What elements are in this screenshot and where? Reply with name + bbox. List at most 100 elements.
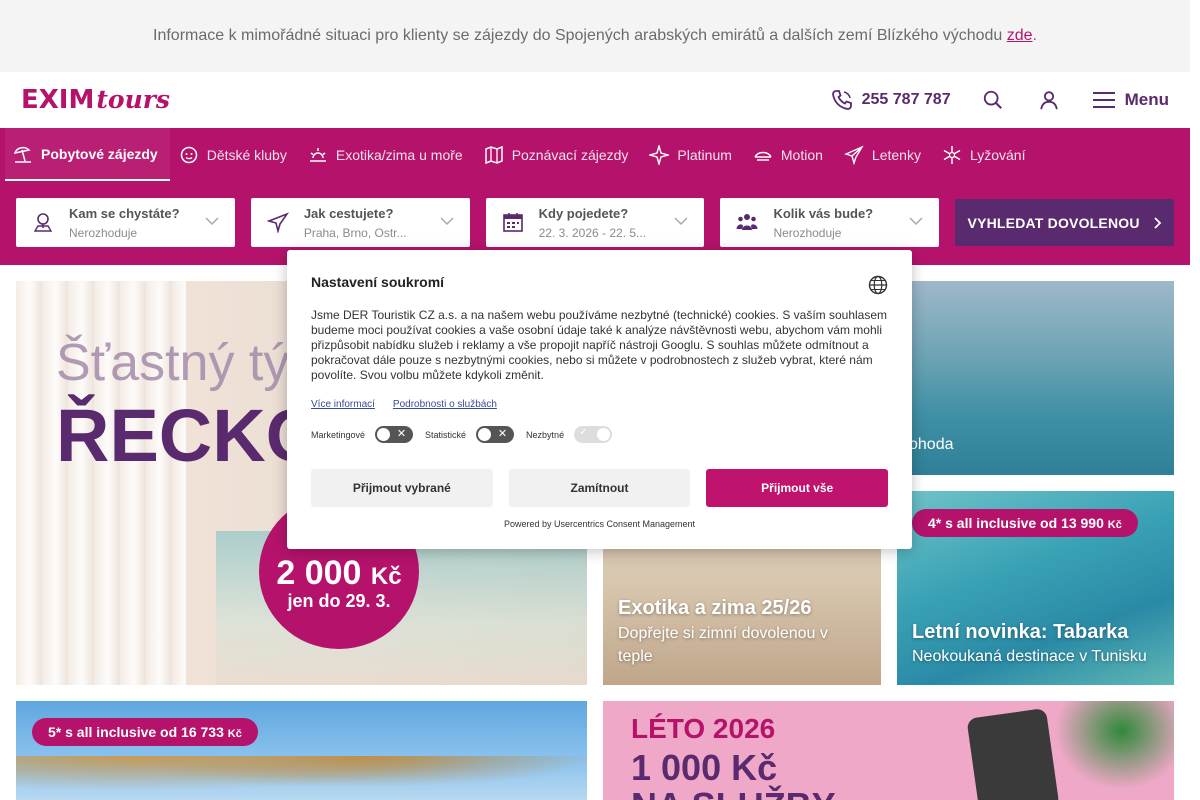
site-header: EXIM tours 255 787 787 Menu	[0, 72, 1190, 128]
category-navigation: Pobytové zájezdy Dětské kluby Exotika/zi…	[0, 128, 1190, 265]
toggle-switch-off[interactable]: ✕	[375, 426, 414, 443]
cookie-text: Jsme DER Touristik CZ a.s. a na našem we…	[311, 308, 888, 382]
logo-main-text: EXIM	[21, 85, 95, 115]
accept-selected-button[interactable]: Přijmout vybrané	[311, 469, 493, 507]
toggle-switch-on-disabled: ✓	[574, 426, 613, 443]
motion-icon	[754, 151, 772, 161]
beach-umbrellas-image	[16, 756, 587, 800]
user-icon	[1039, 91, 1058, 110]
tab-label: Platinum	[677, 146, 732, 163]
price-badge: 5* s all inclusive od 16 733 Kč	[32, 718, 258, 746]
tab-pobytove-zajezdy[interactable]: Pobytové zájezdy	[5, 128, 170, 181]
necessary-toggle-label: Nezbytné	[526, 429, 565, 440]
location-pin-icon	[33, 213, 53, 232]
greece-headline: Šťastný týd	[56, 334, 319, 392]
chevron-down-icon	[440, 217, 454, 226]
close-icon: ✕	[396, 428, 407, 440]
price-badge-text: 4* s all inclusive od 13 990	[928, 515, 1104, 531]
dates-value: 22. 3. 2026 - 22. 5...	[538, 226, 647, 240]
search-icon	[983, 90, 1002, 109]
tab-motion[interactable]: Motion	[745, 128, 835, 181]
logo-sub-text: tours	[96, 85, 171, 114]
account-button[interactable]	[1037, 88, 1061, 112]
plane-icon	[266, 212, 289, 233]
exim-tours-logo[interactable]: EXIM tours	[21, 85, 171, 115]
dates-select[interactable]: Kdy pojedete? 22. 3. 2026 - 22. 5...	[485, 198, 705, 247]
marketing-toggle-label: Marketingové	[311, 429, 366, 440]
search-holiday-button[interactable]: VYHLEDAT DOVOLENOU	[955, 199, 1174, 246]
sparkle-icon	[649, 144, 670, 165]
toggle-switch-off[interactable]: ✕	[476, 426, 515, 443]
info-banner-link[interactable]: zde	[1007, 27, 1033, 45]
greece-title: ŘECKO	[56, 394, 324, 477]
tab-lyzovani[interactable]: Lyžování	[934, 128, 1038, 181]
info-banner: Informace k mimořádné situaci pro klient…	[0, 0, 1190, 72]
departure-select[interactable]: Jak cestujete? Praha, Brno, Ostr...	[250, 198, 470, 247]
promo-top-right-text: ohoda	[909, 436, 954, 453]
phone-icon	[831, 90, 852, 110]
necessary-toggle: Nezbytné ✓	[526, 426, 613, 443]
price-badge-currency: Kč	[1107, 519, 1122, 531]
tab-label: Letenky	[871, 146, 921, 163]
price-badge-currency: Kč	[227, 728, 242, 740]
sun-icon	[309, 147, 326, 162]
promo-tile-summer-2026[interactable]: LÉTO 2026 1 000 Kč NA SLUŽBY	[603, 701, 1174, 800]
search-button[interactable]	[981, 88, 1005, 112]
destination-select[interactable]: Kam se chystáte? Nerozhoduje	[16, 198, 235, 247]
accept-all-button[interactable]: Přijmout vše	[706, 469, 889, 507]
statistics-toggle-label: Statistické	[425, 429, 467, 440]
menu-label: Menu	[1124, 90, 1169, 109]
reject-button[interactable]: Zamítnout	[508, 469, 691, 507]
map-icon	[484, 145, 503, 164]
globe-icon[interactable]	[868, 275, 888, 295]
phone-link[interactable]: 255 787 787	[830, 88, 951, 112]
chevron-right-icon	[1154, 216, 1161, 229]
kids-club-icon	[180, 146, 197, 163]
powered-by-text: Powered by Usercentrics Consent Manageme…	[503, 519, 696, 529]
summer-line2: 1 000 Kč	[631, 747, 778, 788]
people-icon	[736, 214, 758, 230]
phone-number: 255 787 787	[861, 91, 951, 108]
chevron-down-icon	[909, 217, 923, 226]
more-info-link[interactable]: Více informací	[311, 399, 375, 410]
tab-exotika[interactable]: Exotika/zima u moře	[300, 128, 475, 181]
tab-label: Poznávací zájezdy	[511, 146, 629, 163]
tabarka-title: Letní novinka: Tabarka	[912, 621, 1129, 643]
menu-button[interactable]: Menu	[1092, 90, 1169, 110]
marketing-toggle[interactable]: Marketingové ✕	[311, 426, 414, 443]
check-icon: ✓	[579, 427, 588, 438]
close-icon: ✕	[497, 428, 508, 440]
promo-tile-tabarka[interactable]: 4* s all inclusive od 13 990 Kč Letní no…	[897, 491, 1174, 685]
tab-label: Lyžování	[969, 146, 1026, 163]
promo-tile-top-right[interactable]: ohoda	[897, 281, 1174, 475]
people-select[interactable]: Kolik vás bude? Nerozhoduje	[720, 198, 940, 247]
tab-platinum[interactable]: Platinum	[641, 128, 743, 181]
chevron-down-icon	[205, 217, 219, 226]
discount-currency: Kč	[370, 563, 402, 590]
info-banner-tail: .	[1032, 27, 1037, 44]
tab-label: Pobytové zájezdy	[41, 145, 158, 162]
summer-line3: NA SLUŽBY	[631, 785, 836, 800]
price-badge: 4* s all inclusive od 13 990 Kč	[912, 509, 1138, 537]
exotika-title: Exotika a zima 25/26	[618, 597, 812, 619]
promo-tile-all-inclusive[interactable]: 5* s all inclusive od 16 733 Kč	[16, 701, 587, 800]
discount-until: jen do 29. 3.	[287, 591, 391, 611]
tab-detske-kluby[interactable]: Dětské kluby	[171, 128, 299, 181]
info-banner-text: Informace k mimořádné situaci pro klient…	[153, 27, 1003, 44]
summer-line1: LÉTO 2026	[631, 713, 776, 744]
calendar-icon	[502, 213, 523, 232]
tab-letenky[interactable]: Letenky	[836, 128, 933, 181]
search-button-label: VYHLEDAT DOVOLENOU	[967, 214, 1140, 231]
cookie-title: Nastavení soukromí	[311, 274, 445, 290]
tab-label: Exotika/zima u moře	[335, 146, 463, 163]
statistics-toggle[interactable]: Statistické ✕	[425, 426, 515, 443]
palm-image	[1043, 701, 1174, 800]
price-badge-text: 5* s all inclusive od 16 733	[48, 724, 224, 740]
hamburger-icon	[1092, 92, 1115, 108]
search-form: Kam se chystáte? Nerozhoduje Jak cestuje…	[16, 198, 1174, 247]
service-details-link[interactable]: Podrobnosti o službách	[393, 399, 497, 410]
tab-label: Motion	[780, 146, 823, 163]
tab-poznavaci-zajezdy[interactable]: Poznávací zájezdy	[476, 128, 641, 181]
discount-amount: 2 000	[276, 554, 362, 592]
beach-umbrella-icon	[13, 146, 31, 163]
